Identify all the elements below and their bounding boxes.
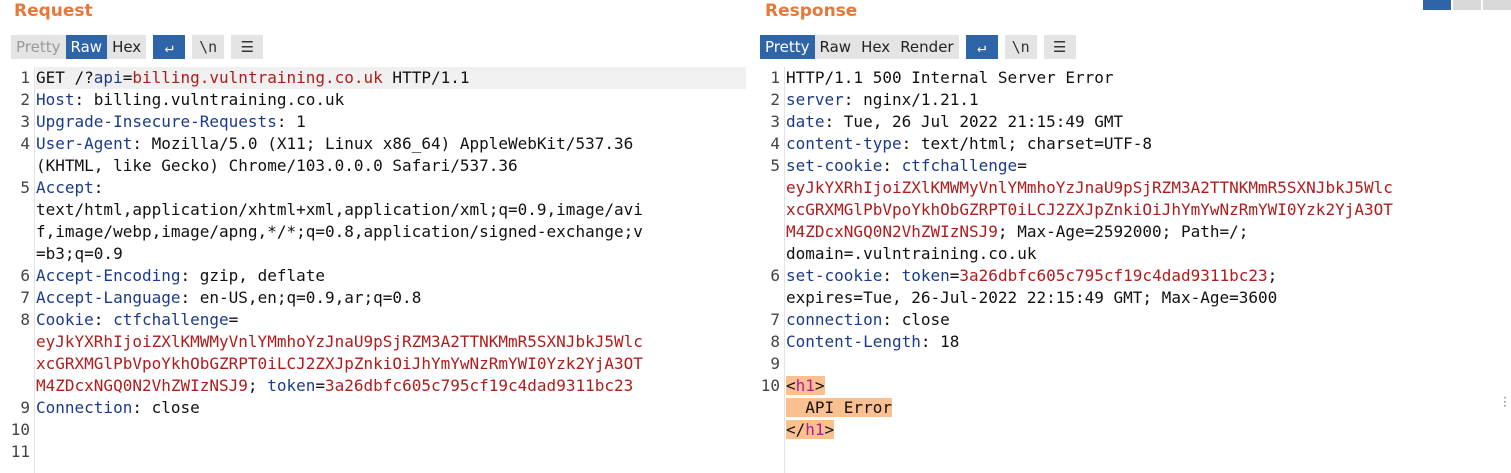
tab-render[interactable]: Render [895,35,958,59]
code-line[interactable]: 10 <h1> [761,375,1511,397]
code-line[interactable]: 7 Accept-Language: en-US,en;q=0.9,ar;q=0.… [20,287,746,309]
code-line-wrap[interactable]: API Error [786,397,1511,419]
code-line[interactable]: 4 User-Agent: Mozilla/5.0 (X11; Linux x86… [20,133,746,155]
code-line-wrap[interactable]: xcGRXMGlPbVpoYkhObGZRPT0iLCJ2ZXJpZnkiOiJ… [36,353,746,375]
code-line-wrap[interactable]: eyJkYXRhIjoiZXlKMWMyVnlYMmhoYzJnaU9pSjRZ… [786,177,1511,199]
layout-horizontal-icon[interactable] [1453,0,1481,10]
code-line[interactable]: 8 Cookie: ctfchallenge= [20,309,746,331]
line-number: 1 [20,68,30,87]
request-panel: Request Pretty Raw Hex ↵ \n ☰ 1 GET /?api… [0,0,754,473]
html-close-tag: </h1> [786,420,835,439]
code-line-wrap[interactable]: eyJkYXRhIjoiZXlKMWMyVnlYMmhoYzJnaU9pSjRZ… [36,331,746,353]
code-line[interactable]: 7 connection: close [770,309,1511,331]
wrap-lines-icon[interactable]: ↵ [153,35,186,59]
layout-vertical-icon[interactable] [1483,0,1511,10]
code-line[interactable]: 9 [770,353,1511,375]
response-title: Response [765,1,858,21]
code-line-wrap[interactable]: domain=.vulntraining.co.uk [786,243,1511,265]
code-line-wrap[interactable]: f,image/webp,image/apng,*/*;q=0.8,applic… [36,221,746,243]
code-line[interactable]: 2 Host: billing.vulntraining.co.uk [20,89,746,111]
code-line[interactable]: 6 Accept-Encoding: gzip, deflate [20,265,746,287]
code-line-wrap[interactable]: =b3;q=0.9 [36,243,746,265]
tab-pretty[interactable]: Pretty [11,35,66,59]
code-line[interactable]: 6 set-cookie: token=3a26dbfc605c795cf19c4… [770,265,1511,287]
code-line[interactable]: 1 HTTP/1.1 500 Internal Server Error [770,67,1511,89]
code-line[interactable]: 5 Accept: [20,177,746,199]
request-toolbar: Pretty Raw Hex ↵ \n ☰ [11,34,264,60]
pane-resize-handle[interactable]: ··· [1503,392,1507,412]
response-toolbar: Pretty Raw Hex Render ↵ \n ☰ [760,34,1076,60]
code-line[interactable]: 1 GET /?api=billing.vulntraining.co.uk HT… [20,67,746,89]
html-body-text: API Error [786,398,892,417]
code-line[interactable]: 2 server: nginx/1.21.1 [770,89,1511,111]
wrap-lines-icon[interactable]: ↵ [965,35,998,59]
response-editor[interactable]: 1 HTTP/1.1 500 Internal Server Error 2 ser… [750,67,1511,473]
code-line[interactable]: 4 content-type: text/html; charset=UTF-8 [770,133,1511,155]
code-line-wrap[interactable]: (KHTML, like Gecko) Chrome/103.0.0.0 Saf… [36,155,746,177]
code-line[interactable]: 11 [11,441,746,463]
code-line[interactable]: 10 [11,419,746,441]
newline-toggle-icon[interactable]: \n [1004,35,1037,59]
code-line-wrap[interactable]: xcGRXMGlPbVpoYkhObGZRPT0iLCJ2ZXJpZnkiOiJ… [786,199,1511,221]
code-line-wrap[interactable]: M4ZDcxNGQ0N2VhZWIzNSJ9; Max-Age=2592000;… [786,221,1511,243]
tab-pretty[interactable]: Pretty [760,35,815,59]
menu-icon[interactable]: ☰ [231,35,264,59]
response-panel: Response Pretty Raw Hex Render ↵ \n ☰ 1H… [750,0,1511,473]
code-line-wrap[interactable]: text/html,application/xhtml+xml,applicat… [36,199,746,221]
tab-raw[interactable]: Raw [815,35,857,59]
request-editor[interactable]: 1 GET /?api=billing.vulntraining.co.uk HT… [0,67,746,473]
tab-hex[interactable]: Hex [856,35,895,59]
request-title: Request [14,1,93,21]
html-open-tag: <h1> [786,376,825,395]
menu-icon[interactable]: ☰ [1043,35,1076,59]
code-line-wrap[interactable]: </h1> [786,419,1511,441]
code-line[interactable]: 3 Upgrade-Insecure-Requests: 1 [20,111,746,133]
layout-switcher[interactable] [1421,0,1511,10]
newline-toggle-icon[interactable]: \n [192,35,225,59]
layout-split-icon[interactable] [1423,0,1451,10]
request-view-tabs: Pretty Raw Hex [11,35,147,59]
tab-hex[interactable]: Hex [107,35,146,59]
code-line[interactable]: 8 Content-Length: 18 [770,331,1511,353]
code-line[interactable]: 9 Connection: close [20,397,746,419]
code-line-wrap[interactable]: expires=Tue, 26-Jul-2022 22:15:49 GMT; M… [786,287,1511,309]
tab-raw[interactable]: Raw [65,35,108,59]
code-line[interactable]: 5 set-cookie: ctfchallenge= [770,155,1511,177]
code-line-wrap[interactable]: M4ZDcxNGQ0N2VhZWIzNSJ9; token=3a26dbfc60… [36,375,746,397]
code-line[interactable]: 3 date: Tue, 26 Jul 2022 21:15:49 GMT [770,111,1511,133]
response-view-tabs: Pretty Raw Hex Render [760,35,959,59]
